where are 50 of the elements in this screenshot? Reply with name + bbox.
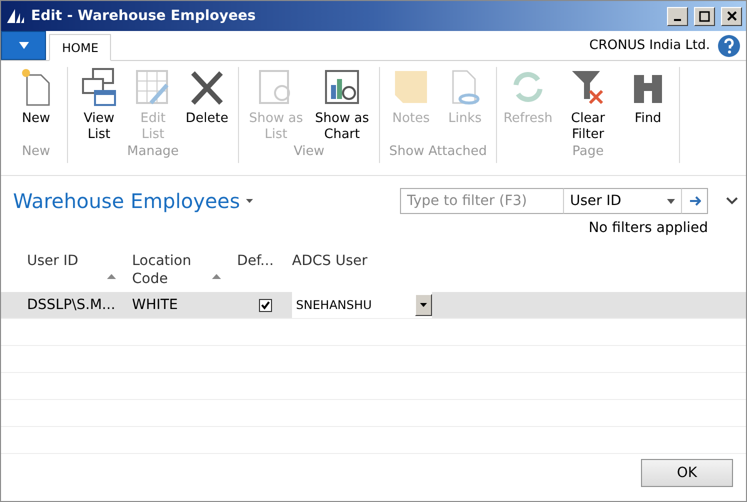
ribbon-group-label: Manage <box>127 144 179 161</box>
ribbon-action-button[interactable]: View List <box>72 67 126 144</box>
arrow-right-icon <box>688 196 700 206</box>
checkbox[interactable] <box>259 298 272 312</box>
app-menu-button[interactable] <box>1 31 46 60</box>
ok-button[interactable]: OK <box>641 459 733 487</box>
edit-table-icon <box>135 67 171 107</box>
ribbon-group-label: View <box>294 144 324 161</box>
chart-search-icon <box>324 67 360 107</box>
ribbon-group-label: Page <box>572 144 604 161</box>
caret-icon <box>420 303 427 307</box>
apply-filter-button[interactable] <box>682 188 708 214</box>
ribbon-action-button[interactable]: New <box>9 67 63 144</box>
dropdown-button[interactable] <box>415 294 432 316</box>
dropdown-field[interactable]: SNEHANSHU <box>292 292 432 318</box>
column-header[interactable]: User ID <box>27 252 107 288</box>
ribbon-action-button[interactable]: Clear Filter <box>555 67 621 144</box>
ribbon-tab[interactable]: HOME <box>49 34 112 61</box>
page-title: Warehouse Employees <box>13 189 240 213</box>
window-title: Edit - Warehouse Employees <box>31 8 257 24</box>
close-icon <box>726 11 736 21</box>
new-page-icon <box>19 67 53 107</box>
table-cell: SNEHANSHU <box>296 298 372 312</box>
company-name: CRONUS India Ltd. <box>589 38 710 53</box>
ribbon-action-button[interactable]: Show as Chart <box>309 67 375 144</box>
table-row[interactable]: DSSLP\S.M... WHITE SNEHANSHU <box>1 292 746 319</box>
minimize-button[interactable] <box>667 6 688 26</box>
maximize-icon <box>699 10 710 22</box>
close-button[interactable] <box>721 6 742 26</box>
column-header[interactable]: ADCS User <box>292 252 368 288</box>
table-cell-text: WHITE <box>132 297 179 313</box>
filter-status: No filters applied <box>588 220 708 236</box>
ribbon-group-label: New <box>22 144 50 161</box>
windows-icon <box>81 67 117 107</box>
ribbon-action-button[interactable]: Find <box>621 67 675 144</box>
table-cell-text: DSSLP\S.M... <box>27 297 116 313</box>
caret-icon <box>667 198 675 204</box>
maximize-button[interactable] <box>694 6 715 26</box>
column-header[interactable]: Def... <box>237 252 274 288</box>
caret-icon <box>18 42 28 49</box>
caret-icon[interactable] <box>246 199 253 203</box>
column-header[interactable]: Location Code <box>132 252 212 288</box>
help-icon[interactable] <box>718 34 740 56</box>
chevron-down-icon[interactable] <box>726 197 738 205</box>
ribbon-group-label: Show Attached <box>389 144 487 161</box>
app-logo-icon <box>5 7 25 25</box>
minimize-icon <box>674 18 681 20</box>
filter-field-dropdown[interactable]: User ID <box>564 188 682 214</box>
filter-input[interactable]: Type to filter (F3) <box>400 188 564 214</box>
ribbon-action-button[interactable]: Delete <box>180 67 234 144</box>
